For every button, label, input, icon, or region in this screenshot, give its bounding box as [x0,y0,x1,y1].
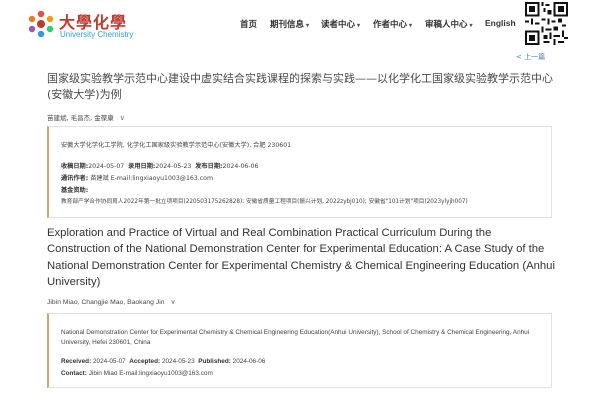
contact-label-en: Contact: [61,370,87,377]
funding-value-cn: 教育部产学合作协同育人2022年第一批立项项目(220503175262828)… [61,199,468,205]
received-date-en: 2024-05-07 [92,358,126,365]
accepted-label-cn: 录用日期: [128,163,156,170]
accepted-label-en: Accepted: [129,358,161,365]
nav-reviewer-center-label: 审稿人中心 [425,19,468,29]
received-date-cn: 2024-05-07 [88,163,125,170]
site-header: 大學化學 University Chemistry 首页 期刊信息 ▾ 读者中心 ▾… [0,0,599,52]
dates-en: Received: 2024-05-07 Accepted: 2024-05-2… [61,358,265,365]
article-info-box-cn: 安徽大学化学化工学院, 化学化工国家级实验教学示范中心(安徽大学), 合肥 23… [47,126,552,218]
funding-label-cn: 基金资助: [61,185,88,194]
published-label-cn: 发布日期: [195,163,223,170]
authors-cn-text[interactable]: 苗建斌, 毛昌杰, 金葆康 [47,114,114,122]
chevron-down-icon: ▾ [306,23,310,29]
contact-value-en[interactable]: Jibin Miao E-mail:lingxiaoyu1003@163.com [89,370,213,377]
contact-en: Contact: Jibin Miao E-mail:lingxiaoyu100… [61,370,213,377]
chevron-down-icon[interactable]: ∨ [120,114,125,122]
contact-value-cn[interactable]: 苗建斌 E-mail:lingxiaoyu1003@163.com [90,175,213,182]
nav-reader-center-label: 读者中心 [321,19,356,29]
authors-en: Jibin Miao, Changjie Mao, Baokang Jin ∨ [47,298,176,306]
nav-journal-info[interactable]: 期刊信息 ▾ [270,18,309,30]
published-date-en: 2024-06-06 [232,358,266,365]
nav-home-label: 首页 [240,19,258,29]
nav-home[interactable]: 首页 [240,18,257,30]
chevron-down-icon: ▾ [357,23,361,29]
affiliation-cn: 安徽大学化学化工学院, 化学化工国家级实验教学示范中心(安徽大学), 合肥 23… [61,142,292,149]
site-logo[interactable]: 大學化學 University Chemistry [26,9,136,39]
contact-label-cn: 通讯作者: [61,175,89,182]
received-label-en: Received: [61,358,92,365]
contact-cn: 通讯作者: 苗建斌 E-mail:lingxiaoyu1003@163.com [61,173,213,182]
article-info-box-en: National Demonstration Center for Experi… [47,313,552,388]
affiliation-en: National Demonstration Center for Experi… [61,329,530,346]
logo-flower-icon [28,10,54,38]
received-label-cn: 收稿日期: [61,163,89,170]
accepted-date-cn: 2024-05-23 [155,163,192,170]
nav-reader-center[interactable]: 读者中心 ▾ [321,18,360,30]
published-date-cn: 2024-06-06 [222,163,259,170]
nav-author-center[interactable]: 作者中心 ▾ [373,18,412,30]
prev-article-link[interactable]: < 上一篇 [516,52,545,62]
nav-english-label: English [485,18,516,28]
authors-cn: 苗建斌, 毛昌杰, 金葆康 ∨ [47,112,125,122]
nav-journal-info-label: 期刊信息 [270,19,305,29]
funding-label-text: 基金资助: [61,187,89,194]
dates-cn: 收稿日期:2024-05-07 录用日期:2024-05-23 发布日期:202… [61,161,258,170]
accepted-date-en: 2024-05-23 [161,358,195,365]
nav-author-center-label: 作者中心 [373,19,408,29]
chevron-down-icon: ▾ [409,23,413,29]
chevron-down-icon: ▾ [469,23,473,29]
article-title-cn: 国家级实验教学示范中心建设中虚实结合实践课程的探索与实践——以化学化工国家级实验… [47,72,553,101]
logo-text-en: University Chemistry [60,30,134,39]
nav-reviewer-center[interactable]: 审稿人中心 ▾ [425,18,473,30]
nav-english[interactable]: English [485,18,516,28]
qr-code-icon [525,2,568,45]
chevron-down-icon[interactable]: ∨ [171,298,176,306]
authors-en-text[interactable]: Jibin Miao, Changjie Mao, Baokang Jin [47,299,165,306]
article-title-en: Exploration and Practice of Virtual and … [47,227,555,288]
published-label-en: Published: [198,358,231,365]
